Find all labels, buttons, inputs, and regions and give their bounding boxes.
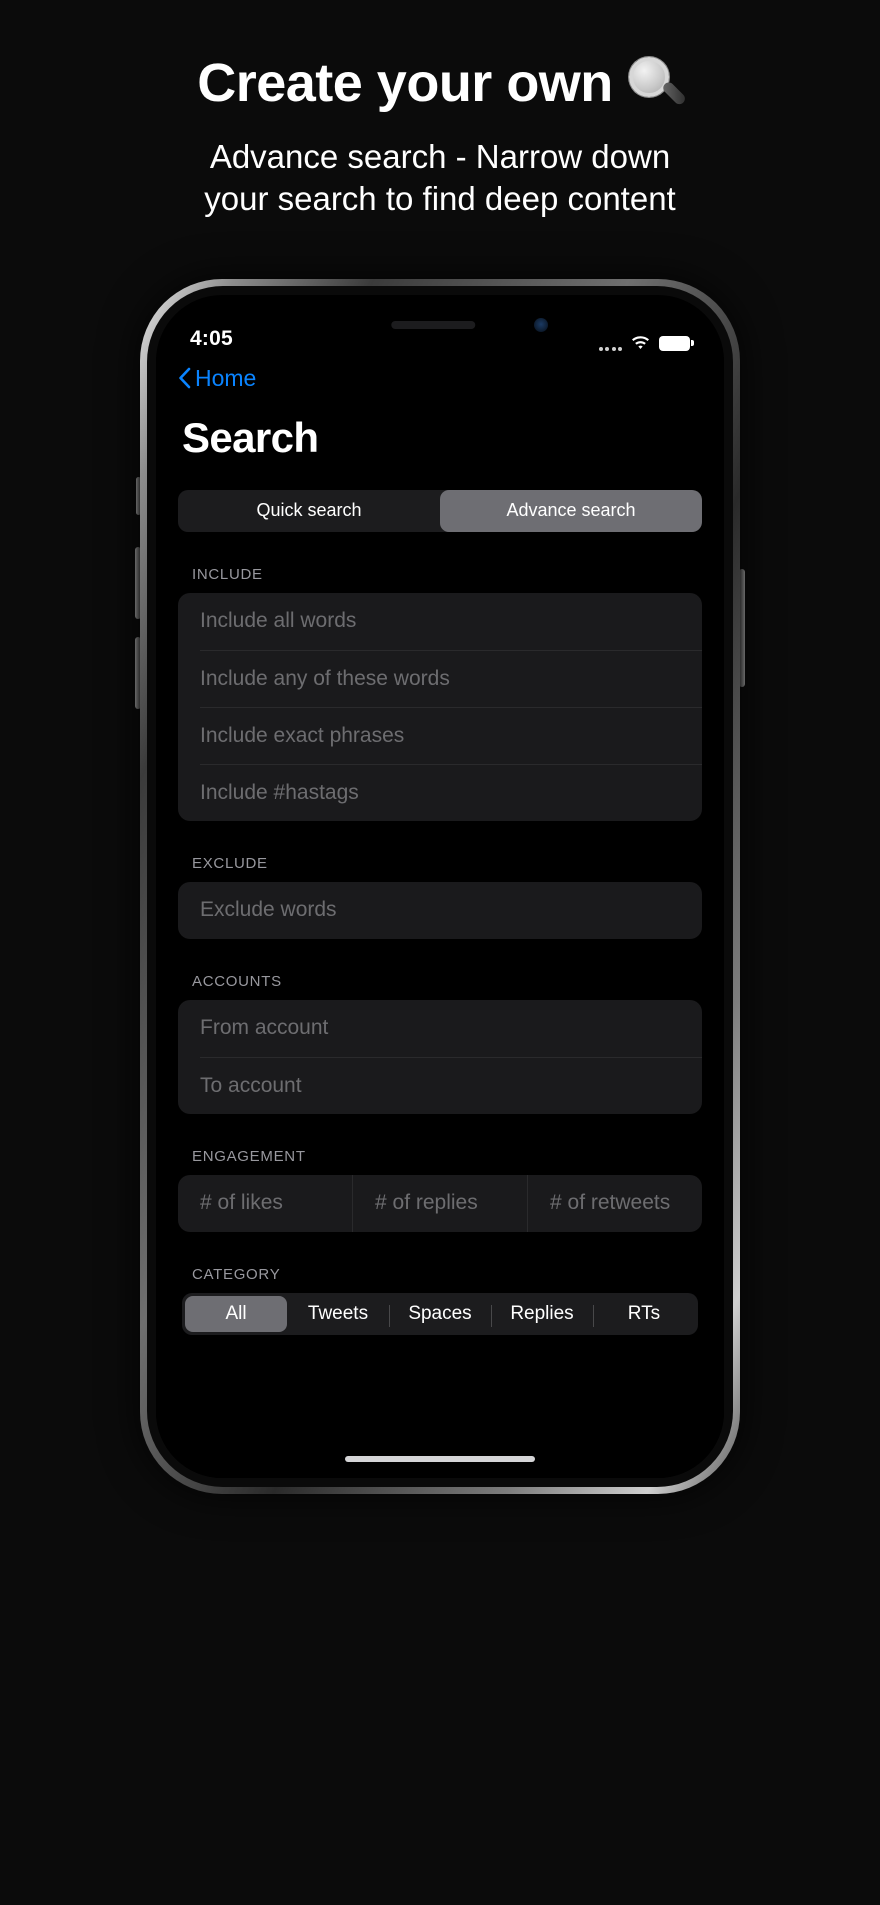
field-include-all-words[interactable]: Include all words bbox=[178, 593, 702, 650]
field-retweets-count[interactable]: # of retweets bbox=[527, 1174, 702, 1232]
field-to-account-placeholder: To account bbox=[200, 1073, 302, 1097]
signal-dots-icon bbox=[598, 339, 622, 351]
page-title: Search bbox=[182, 413, 319, 461]
category-segmented-control[interactable]: All Tweets Spaces Replies RTs bbox=[182, 1292, 698, 1335]
field-replies-count-placeholder: # of replies bbox=[375, 1191, 478, 1215]
nav-back-label: Home bbox=[195, 364, 257, 391]
category-option-replies[interactable]: Replies bbox=[491, 1296, 593, 1332]
section-engagement-label: ENGAGEMENT bbox=[192, 1147, 306, 1165]
section-accounts-label: ACCOUNTS bbox=[192, 972, 282, 990]
wifi-icon bbox=[632, 335, 649, 349]
category-option-spaces-label: Spaces bbox=[408, 1302, 472, 1324]
home-indicator[interactable] bbox=[345, 1455, 535, 1462]
tab-quick-search[interactable]: Quick search bbox=[178, 490, 440, 532]
category-option-all[interactable]: All bbox=[185, 1295, 287, 1332]
engagement-field-group: # of likes # of replies # of retweets bbox=[178, 1174, 702, 1232]
promo-subtitle-line-1: Advance search - Narrow down bbox=[209, 138, 671, 176]
tab-advance-search[interactable]: Advance search bbox=[440, 489, 702, 532]
chevron-left-icon bbox=[179, 367, 191, 389]
phone-frame: 4:05 Home Search Quick search Advance se… bbox=[140, 278, 740, 1494]
promo-header: Create your own Advance search - Narrow … bbox=[0, 0, 880, 221]
field-include-exact-phrases-placeholder: Include exact phrases bbox=[200, 723, 405, 747]
nav-back-button[interactable]: Home bbox=[156, 357, 724, 392]
exclude-field-group: Exclude words bbox=[178, 881, 702, 939]
tab-quick-search-label: Quick search bbox=[256, 500, 362, 521]
field-include-all-words-placeholder: Include all words bbox=[200, 609, 357, 633]
section-engagement: ENGAGEMENT # of likes # of replies # of … bbox=[178, 1148, 702, 1232]
tab-advance-search-label: Advance search bbox=[506, 500, 636, 521]
field-replies-count[interactable]: # of replies bbox=[352, 1174, 527, 1232]
category-option-all-label: All bbox=[225, 1302, 247, 1324]
category-option-tweets[interactable]: Tweets bbox=[287, 1296, 389, 1332]
field-include-exact-phrases[interactable]: Include exact phrases bbox=[200, 706, 702, 764]
category-option-spaces[interactable]: Spaces bbox=[389, 1296, 491, 1332]
field-include-hashtags-placeholder: Include #hastags bbox=[200, 780, 359, 804]
app-screen: Home Search Quick search Advance search bbox=[156, 356, 724, 1478]
status-icons bbox=[598, 335, 694, 351]
status-bar: 4:05 bbox=[156, 295, 724, 357]
section-exclude: EXCLUDE Exclude words bbox=[178, 855, 702, 939]
magnifying-glass-icon bbox=[627, 55, 687, 111]
section-include: INCLUDE Include all words Include any of… bbox=[178, 566, 702, 821]
section-include-label: INCLUDE bbox=[192, 565, 263, 583]
section-category-label: CATEGORY bbox=[192, 1265, 281, 1283]
phone-screen: 4:05 Home Search Quick search Advance se… bbox=[156, 294, 724, 1478]
field-to-account[interactable]: To account bbox=[200, 1056, 702, 1114]
promo-subtitle: Advance search - Narrow down your search… bbox=[0, 136, 880, 220]
search-mode-segmented-control[interactable]: Quick search Advance search bbox=[178, 489, 702, 532]
field-likes-count-placeholder: # of likes bbox=[200, 1191, 283, 1215]
include-field-group: Include all words Include any of these w… bbox=[178, 592, 702, 821]
promo-page: Create your own Advance search - Narrow … bbox=[0, 0, 880, 1905]
advanced-search-form: INCLUDE Include all words Include any of… bbox=[156, 566, 724, 1335]
field-likes-count[interactable]: # of likes bbox=[178, 1175, 352, 1232]
field-include-hashtags[interactable]: Include #hastags bbox=[200, 763, 702, 821]
category-option-rts[interactable]: RTs bbox=[593, 1296, 695, 1332]
battery-full-icon bbox=[659, 335, 694, 351]
accounts-field-group: From account To account bbox=[178, 999, 702, 1114]
field-from-account[interactable]: From account bbox=[178, 1000, 702, 1057]
field-from-account-placeholder: From account bbox=[200, 1016, 329, 1040]
field-exclude-words-placeholder: Exclude words bbox=[200, 898, 337, 922]
field-exclude-words[interactable]: Exclude words bbox=[178, 882, 702, 939]
section-category: CATEGORY All Tweets Spaces Replies RTs bbox=[178, 1266, 702, 1335]
field-retweets-count-placeholder: # of retweets bbox=[550, 1191, 671, 1215]
category-option-replies-label: Replies bbox=[510, 1302, 574, 1324]
section-accounts: ACCOUNTS From account To account bbox=[178, 973, 702, 1114]
section-exclude-label: EXCLUDE bbox=[192, 854, 268, 872]
promo-title-text: Create your own bbox=[197, 53, 613, 113]
promo-title: Create your own bbox=[0, 52, 880, 114]
category-option-tweets-label: Tweets bbox=[307, 1302, 369, 1324]
status-time: 4:05 bbox=[190, 326, 233, 350]
category-option-rts-label: RTs bbox=[627, 1302, 661, 1324]
phone-mockup: 4:05 Home Search Quick search Advance se… bbox=[135, 278, 745, 1494]
field-include-any-words-placeholder: Include any of these words bbox=[200, 666, 450, 690]
promo-subtitle-line-2: your search to find deep content bbox=[204, 180, 676, 218]
field-include-any-words[interactable]: Include any of these words bbox=[200, 649, 702, 707]
